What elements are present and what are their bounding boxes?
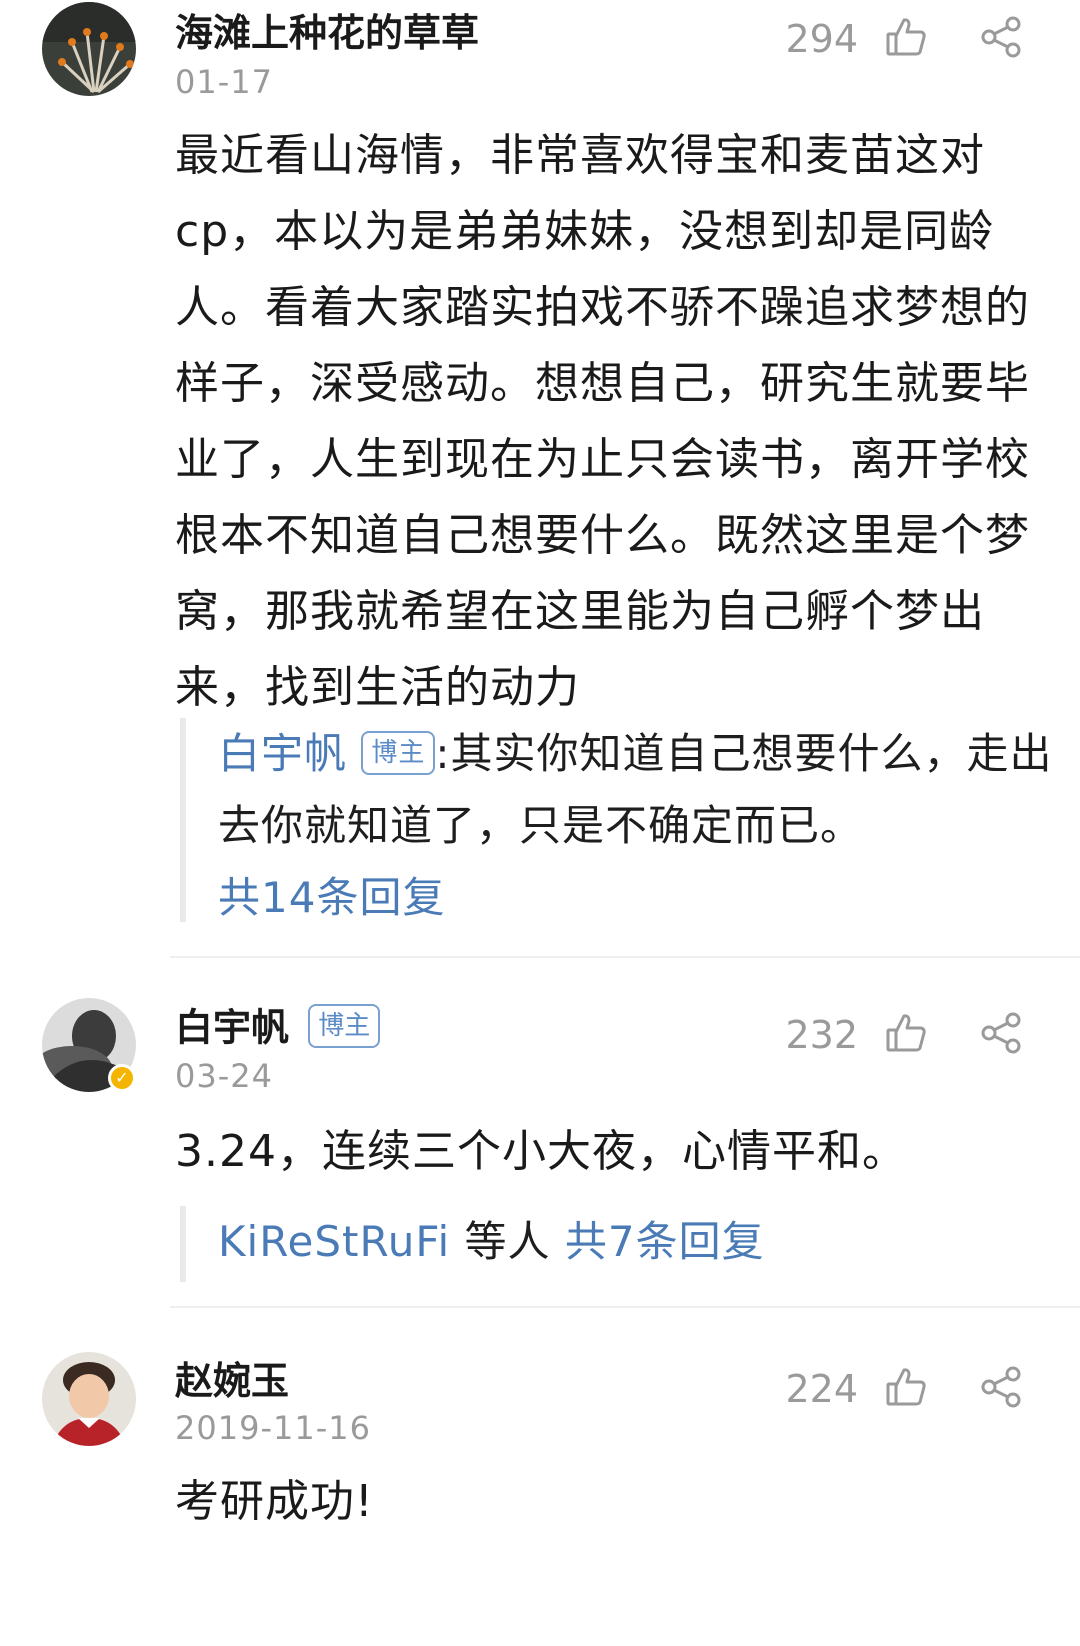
comment-username[interactable]: 白宇帆 博主 (175, 1004, 381, 1052)
comment-item: 海滩上种花的草草 01-17 294 最近看山海情，非常喜欢得宝和麦苗这对cp，… (0, 0, 1080, 960)
reply-middle-text: 等人 (464, 1217, 551, 1266)
comment-text: 3.24，连续三个小大夜，心情平和。 (175, 1126, 907, 1177)
comment-date: 01-17 (175, 63, 273, 101)
avatar[interactable]: ✓ (42, 998, 136, 1092)
reply-line: KiReStRuFi 等人 共7条回复 (218, 1206, 1078, 1278)
view-replies-link[interactable]: 共14条回复 (218, 862, 1078, 934)
reply-preview[interactable]: KiReStRuFi 等人 共7条回复 (180, 1206, 1078, 1282)
divider (170, 1306, 1080, 1308)
like-count: 294 (785, 17, 858, 61)
avatar[interactable] (42, 2, 136, 96)
comment-text: 最近看山海情，非常喜欢得宝和麦苗这对cp，本以为是弟弟妹妹，没想到却是同龄人。看… (175, 130, 1030, 713)
view-replies-link[interactable]: 共7条回复 (565, 1217, 765, 1266)
comment-text: 考研成功! (175, 1476, 374, 1527)
reply-separator: : (435, 729, 451, 778)
reply-author[interactable]: KiReStRuFi (218, 1217, 450, 1266)
reply-author[interactable]: 白宇帆 (218, 729, 347, 778)
comment-date: 03-24 (175, 1057, 273, 1095)
comment-date: 2019-11-16 (175, 1409, 371, 1447)
comment-username[interactable]: 赵婉玉 (175, 1362, 289, 1400)
divider (170, 956, 1080, 958)
thumbs-up-icon[interactable] (885, 16, 927, 58)
share-icon[interactable] (978, 14, 1024, 60)
username-text[interactable]: 白宇帆 (175, 1006, 289, 1050)
like-count: 224 (785, 1367, 858, 1411)
avatar[interactable] (42, 1352, 136, 1446)
comment-item: ✓ 白宇帆 博主 03-24 232 3.24，连续三个小大夜，心情平和。 Ki… (0, 960, 1080, 1310)
blogger-badge: 博主 (361, 730, 436, 775)
reply-preview[interactable]: 白宇帆 博主:其实你知道自己想要什么，走出去你就知道了，只是不确定而已。 共14… (180, 718, 1078, 922)
share-icon[interactable] (978, 1010, 1024, 1056)
comment-item: 赵婉玉 2019-11-16 224 考研成功! (0, 1310, 1080, 1646)
comment-username[interactable]: 海滩上种花的草草 (175, 14, 479, 52)
blogger-badge: 博主 (308, 1004, 381, 1048)
thumbs-up-icon[interactable] (885, 1366, 927, 1408)
share-icon[interactable] (978, 1364, 1024, 1410)
like-count: 232 (785, 1013, 858, 1057)
reply-line: 白宇帆 博主:其实你知道自己想要什么，走出去你就知道了，只是不确定而已。 (218, 718, 1078, 862)
thumbs-up-icon[interactable] (885, 1012, 927, 1054)
verified-badge-icon: ✓ (108, 1064, 136, 1092)
